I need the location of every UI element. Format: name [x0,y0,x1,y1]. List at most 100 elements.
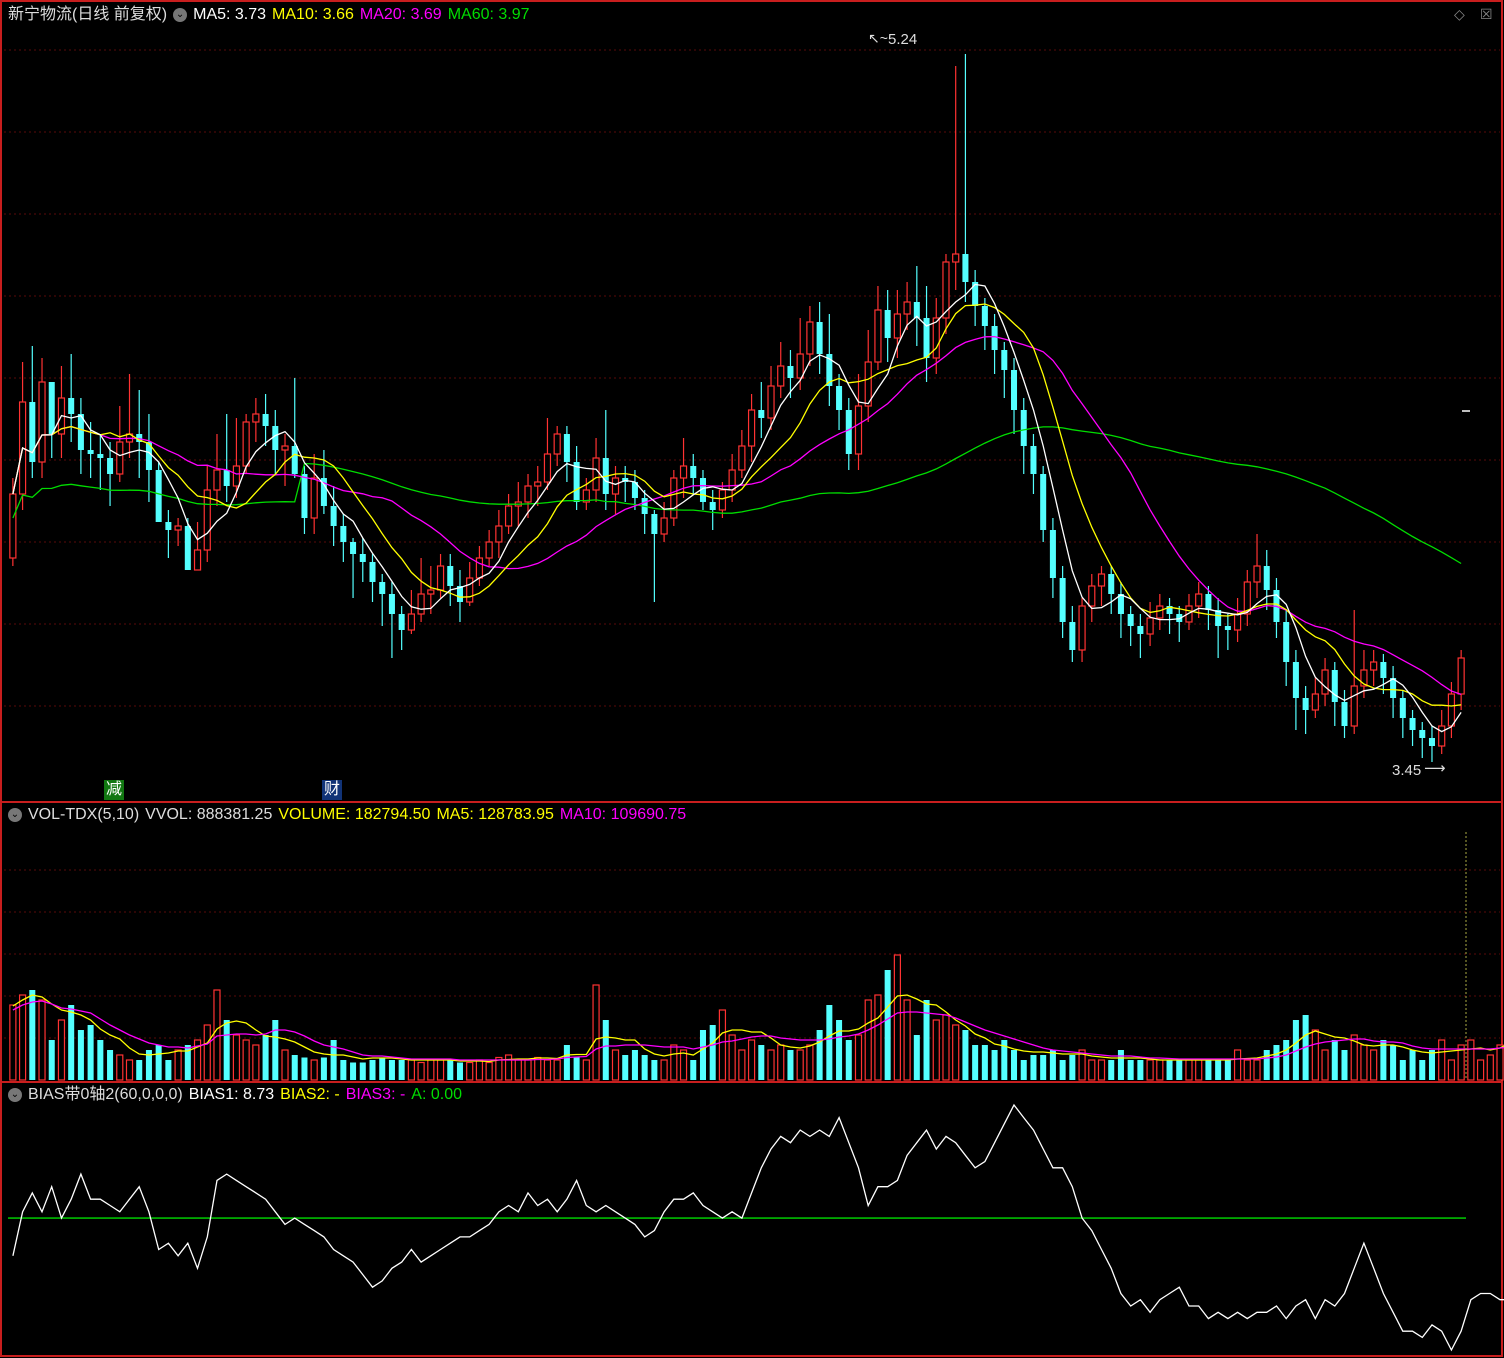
low-price-label: 3.45 [1392,762,1422,779]
candle-body-up [534,481,542,487]
volume-bar-down [981,1045,988,1080]
volume-bar-up [796,1049,804,1081]
candle-body-up [524,485,532,503]
volume-bar-up [1311,1029,1319,1081]
candle-body-down [787,366,794,378]
candle-body-down [107,458,114,474]
candle-body-down [447,566,454,586]
volume-bar-down [913,1035,920,1080]
volume-indicator-name[interactable]: VOL-TDX(5,10) [28,806,139,823]
candle-body-up [679,465,688,479]
volume-bar-down [48,1040,55,1080]
volume-bar-down [301,1057,308,1080]
indicator-dropdown-icon[interactable]: ⌄ [8,807,22,822]
volume-bar-up [125,1059,134,1081]
volume-bar-down [155,1045,162,1080]
volume-panel-header: ⌄ VOL-TDX(5,10) VVOL: 888381.25 VOLUME: 182… [8,804,692,826]
volume-bar-down [962,1030,969,1080]
volume-bar-down [447,1060,454,1080]
candle-body-up [242,421,250,467]
diamond-icon[interactable]: ◇ [1454,6,1465,23]
volume-bar-down [1273,1045,1280,1080]
event-marker-reduce[interactable]: 减 [104,780,124,800]
candle-body-up [728,469,736,491]
volume-bar-down [602,1020,609,1080]
candle-body-up [427,589,435,595]
volume-bar-up [942,1014,950,1081]
candle-body-down [291,446,298,474]
volume-bar-up [1185,1059,1193,1081]
volume-bar-down [1428,1050,1435,1080]
candle-body-up [417,593,425,615]
candle-body-down [97,454,104,458]
volume-bar-down [1137,1060,1144,1080]
candle-body-up [9,493,17,559]
high-price-arrow: ↖~ [868,30,888,46]
indicator-dropdown-icon[interactable]: ⌄ [8,1087,22,1102]
ma10-label: MA10: 3.66 [272,6,354,23]
volume-bar-up [1321,1049,1329,1081]
candle-body-down [1059,578,1066,622]
volume-bar-down [709,1025,716,1080]
volume-bar-down [320,1057,327,1080]
candle-body-up [466,577,474,603]
volume-bar-down [379,1057,386,1080]
volume-bar-down [1049,1050,1056,1080]
candle-body-down [1040,474,1047,530]
chart-canvas[interactable] [0,0,1504,1358]
volume-bar-up [893,954,901,1081]
candle-body-down [165,522,172,530]
bias-indicator-name[interactable]: BIAS带0轴2(60,0,0,0) [28,1086,183,1103]
candle-body-down [48,382,55,434]
candle-body-down [972,282,979,306]
volume-bar-down [1399,1060,1406,1080]
volume-bar-down [1419,1060,1426,1080]
volume-bar-up [524,1059,532,1081]
volume-bar-down [340,1060,347,1080]
candle-body-up [767,385,775,419]
candle-body-down [991,326,998,350]
volume-bar-up [1496,1044,1504,1081]
volume-bar-up [1097,1059,1106,1081]
candle-body-down [962,254,969,282]
volume-bar-up [310,1059,318,1081]
candle-body-up [310,477,318,519]
candle-body-up [543,453,552,483]
candle-body-down [369,562,376,582]
ma5-label: MA5: 3.73 [193,6,267,23]
candle-body-down [1409,718,1416,730]
candle-body-up [252,413,260,423]
close-icon[interactable]: ☒ [1480,6,1493,23]
candle-body-up [1146,617,1154,635]
candle-body-down [690,466,697,478]
vvol-label: VVOL: 888381.25 [145,806,273,823]
volume-bar-down [77,1030,84,1080]
candle-body-down [1380,662,1387,678]
volume-bar-down [272,1020,279,1080]
volume-bar-up [242,1039,250,1081]
stock-title[interactable]: 新宁物流(日线 前复权) [8,6,167,23]
candle-body-up [1457,657,1465,695]
candle-body-down [981,306,988,326]
event-marker-finance[interactable]: 财 [322,780,342,800]
candle-body-up [1097,573,1106,587]
chart-frame [0,0,1503,1357]
volume-bar-up [18,994,27,1081]
volume-bar-down [991,1050,998,1080]
candle-body-down [68,398,75,414]
candle-body-up [38,381,46,463]
indicator-dropdown-icon[interactable]: ⌄ [173,7,188,22]
volume-bar-down [136,1060,143,1080]
bias-panel-header: ⌄ BIAS带0轴2(60,0,0,0) BIAS1: 8.73 BIAS2: - BI… [8,1084,468,1106]
volume-bar-up [670,1044,678,1081]
candle-body-up [874,309,882,363]
volume-bar-down [1030,1055,1037,1080]
volume-bar-down [1380,1040,1387,1080]
candle-body-down [816,322,823,354]
volume-bar-up [806,1044,814,1081]
volume-bar-up [1447,1059,1456,1081]
volume-bar-down [884,970,891,1080]
candle-body-down [1011,370,1018,410]
candle-body-up [193,549,202,571]
candle-body-down [1419,730,1426,738]
